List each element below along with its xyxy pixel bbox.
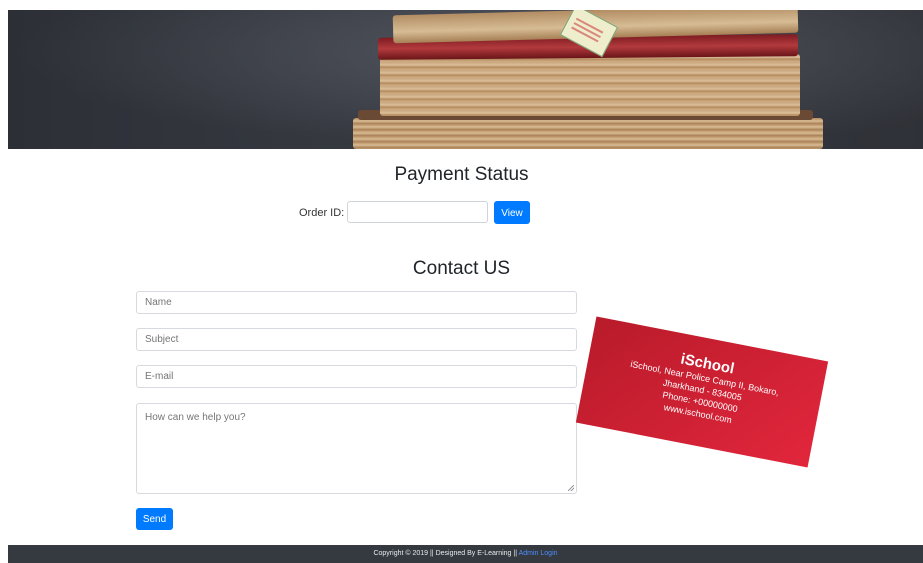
order-id-input[interactable]: [347, 201, 488, 223]
subject-field[interactable]: [136, 328, 577, 351]
view-button[interactable]: View: [494, 201, 530, 224]
footer-copyright: Copyright © 2019 || Designed By E-Learni…: [373, 550, 518, 557]
address-card: iSchool iSchool, Near Police Camp II, Bo…: [575, 316, 829, 468]
message-textarea[interactable]: How can we help you?: [136, 403, 577, 494]
email-field[interactable]: [136, 365, 577, 388]
resize-handle-icon[interactable]: [568, 485, 574, 491]
payment-status-title: Payment Status: [394, 164, 529, 185]
name-field[interactable]: [136, 291, 577, 314]
hero-banner-image: [8, 10, 923, 149]
send-button[interactable]: Send: [136, 508, 173, 530]
contact-us-title: Contact US: [412, 258, 511, 279]
message-placeholder: How can we help you?: [145, 412, 246, 423]
footer: Copyright © 2019 || Designed By E-Learni…: [8, 545, 923, 563]
order-id-label: Order ID:: [299, 207, 345, 219]
admin-login-link[interactable]: Admin Login: [519, 550, 558, 557]
